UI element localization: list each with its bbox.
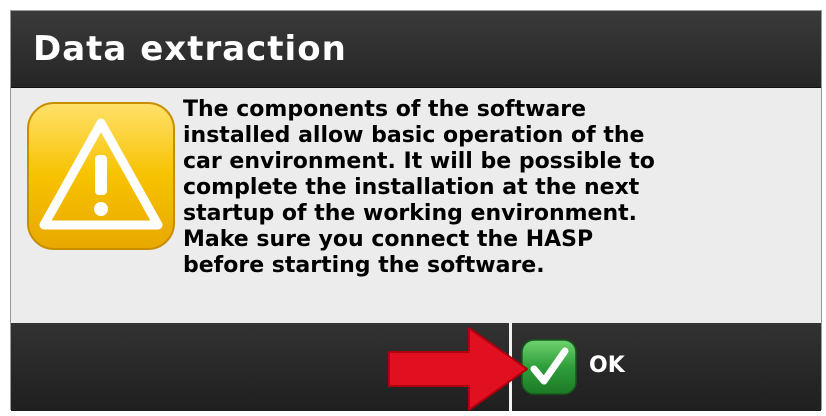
dialog-titlebar: Data extraction <box>11 11 821 88</box>
ok-button-label: OK <box>589 353 625 378</box>
red-arrow-annotation <box>388 327 528 411</box>
dialog-message: The components of the software installed… <box>183 97 655 278</box>
dialog-title: Data extraction <box>33 29 347 69</box>
warning-icon <box>27 102 175 250</box>
